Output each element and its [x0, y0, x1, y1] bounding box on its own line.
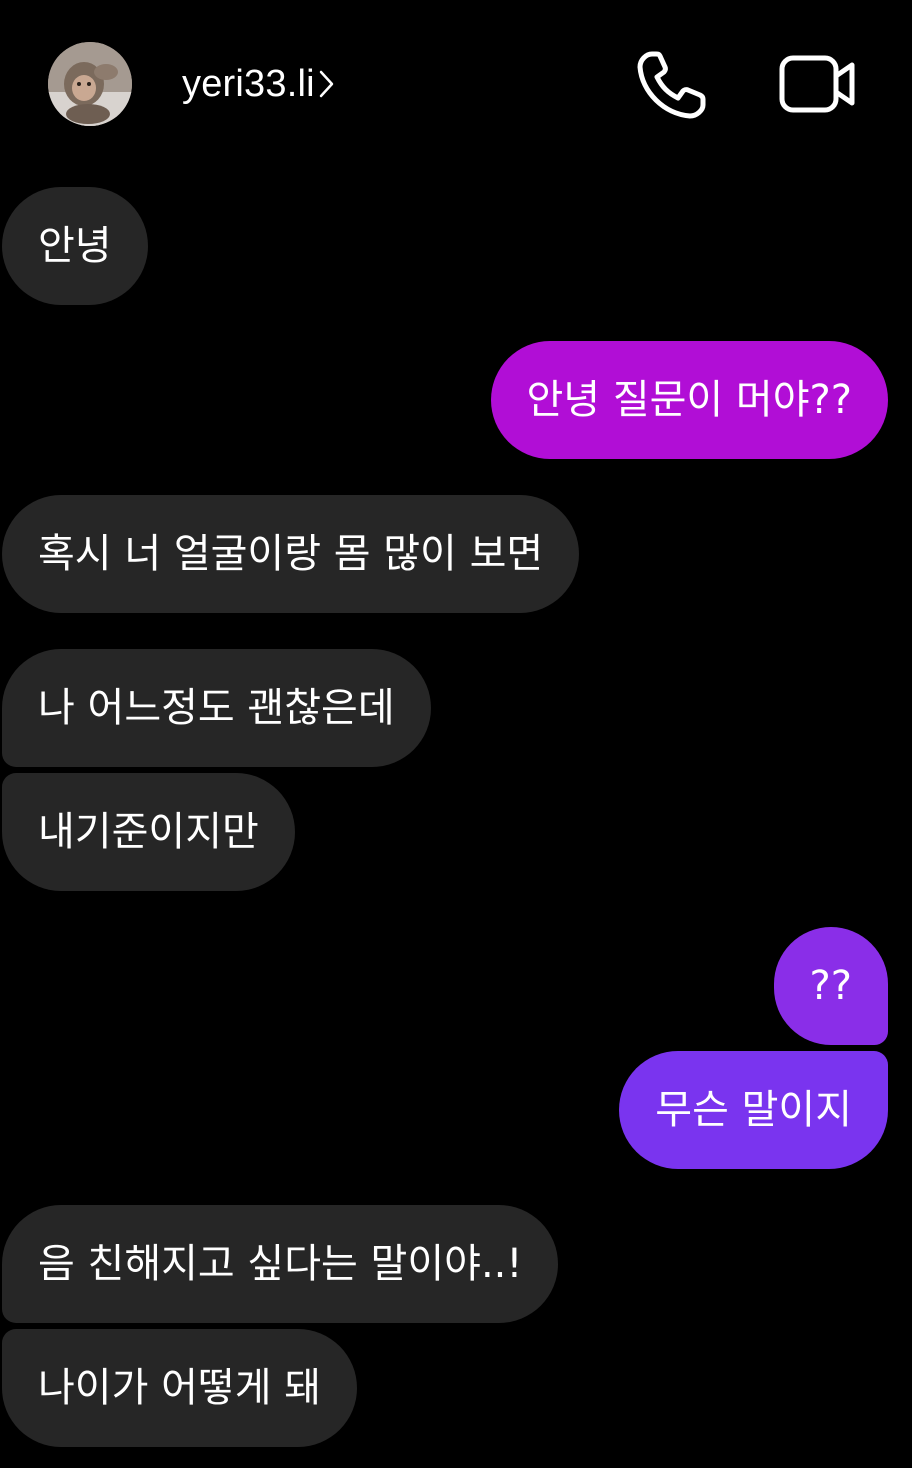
message-outgoing[interactable]: ??	[773, 927, 888, 1045]
message-incoming[interactable]: 안녕	[2, 187, 148, 305]
message-incoming[interactable]: 음 친해지고 싶다는 말이야..!	[2, 1205, 559, 1323]
message-outgoing[interactable]: 안녕 질문이 머야??	[490, 341, 888, 459]
message-outgoing[interactable]: 무슨 말이지	[619, 1051, 888, 1169]
chat-header: yeri33.li	[0, 0, 912, 170]
phone-icon	[637, 51, 706, 119]
message-incoming[interactable]: 혹시 너 얼굴이랑 몸 많이 보면	[2, 495, 580, 613]
video-camera-icon	[779, 55, 855, 113]
message-incoming[interactable]: 내기준이지만	[2, 773, 295, 891]
username-link[interactable]: yeri33.li	[182, 60, 337, 108]
chevron-right-icon	[319, 60, 337, 108]
message-incoming[interactable]: 나 어느정도 괜찮은데	[2, 649, 431, 767]
phone-call-button[interactable]	[636, 50, 708, 120]
username: yeri33.li	[182, 63, 315, 105]
message-incoming[interactable]: 나이가 어떻게 돼	[2, 1329, 358, 1447]
profile-avatar[interactable]	[48, 42, 132, 126]
video-call-button[interactable]	[778, 52, 858, 116]
